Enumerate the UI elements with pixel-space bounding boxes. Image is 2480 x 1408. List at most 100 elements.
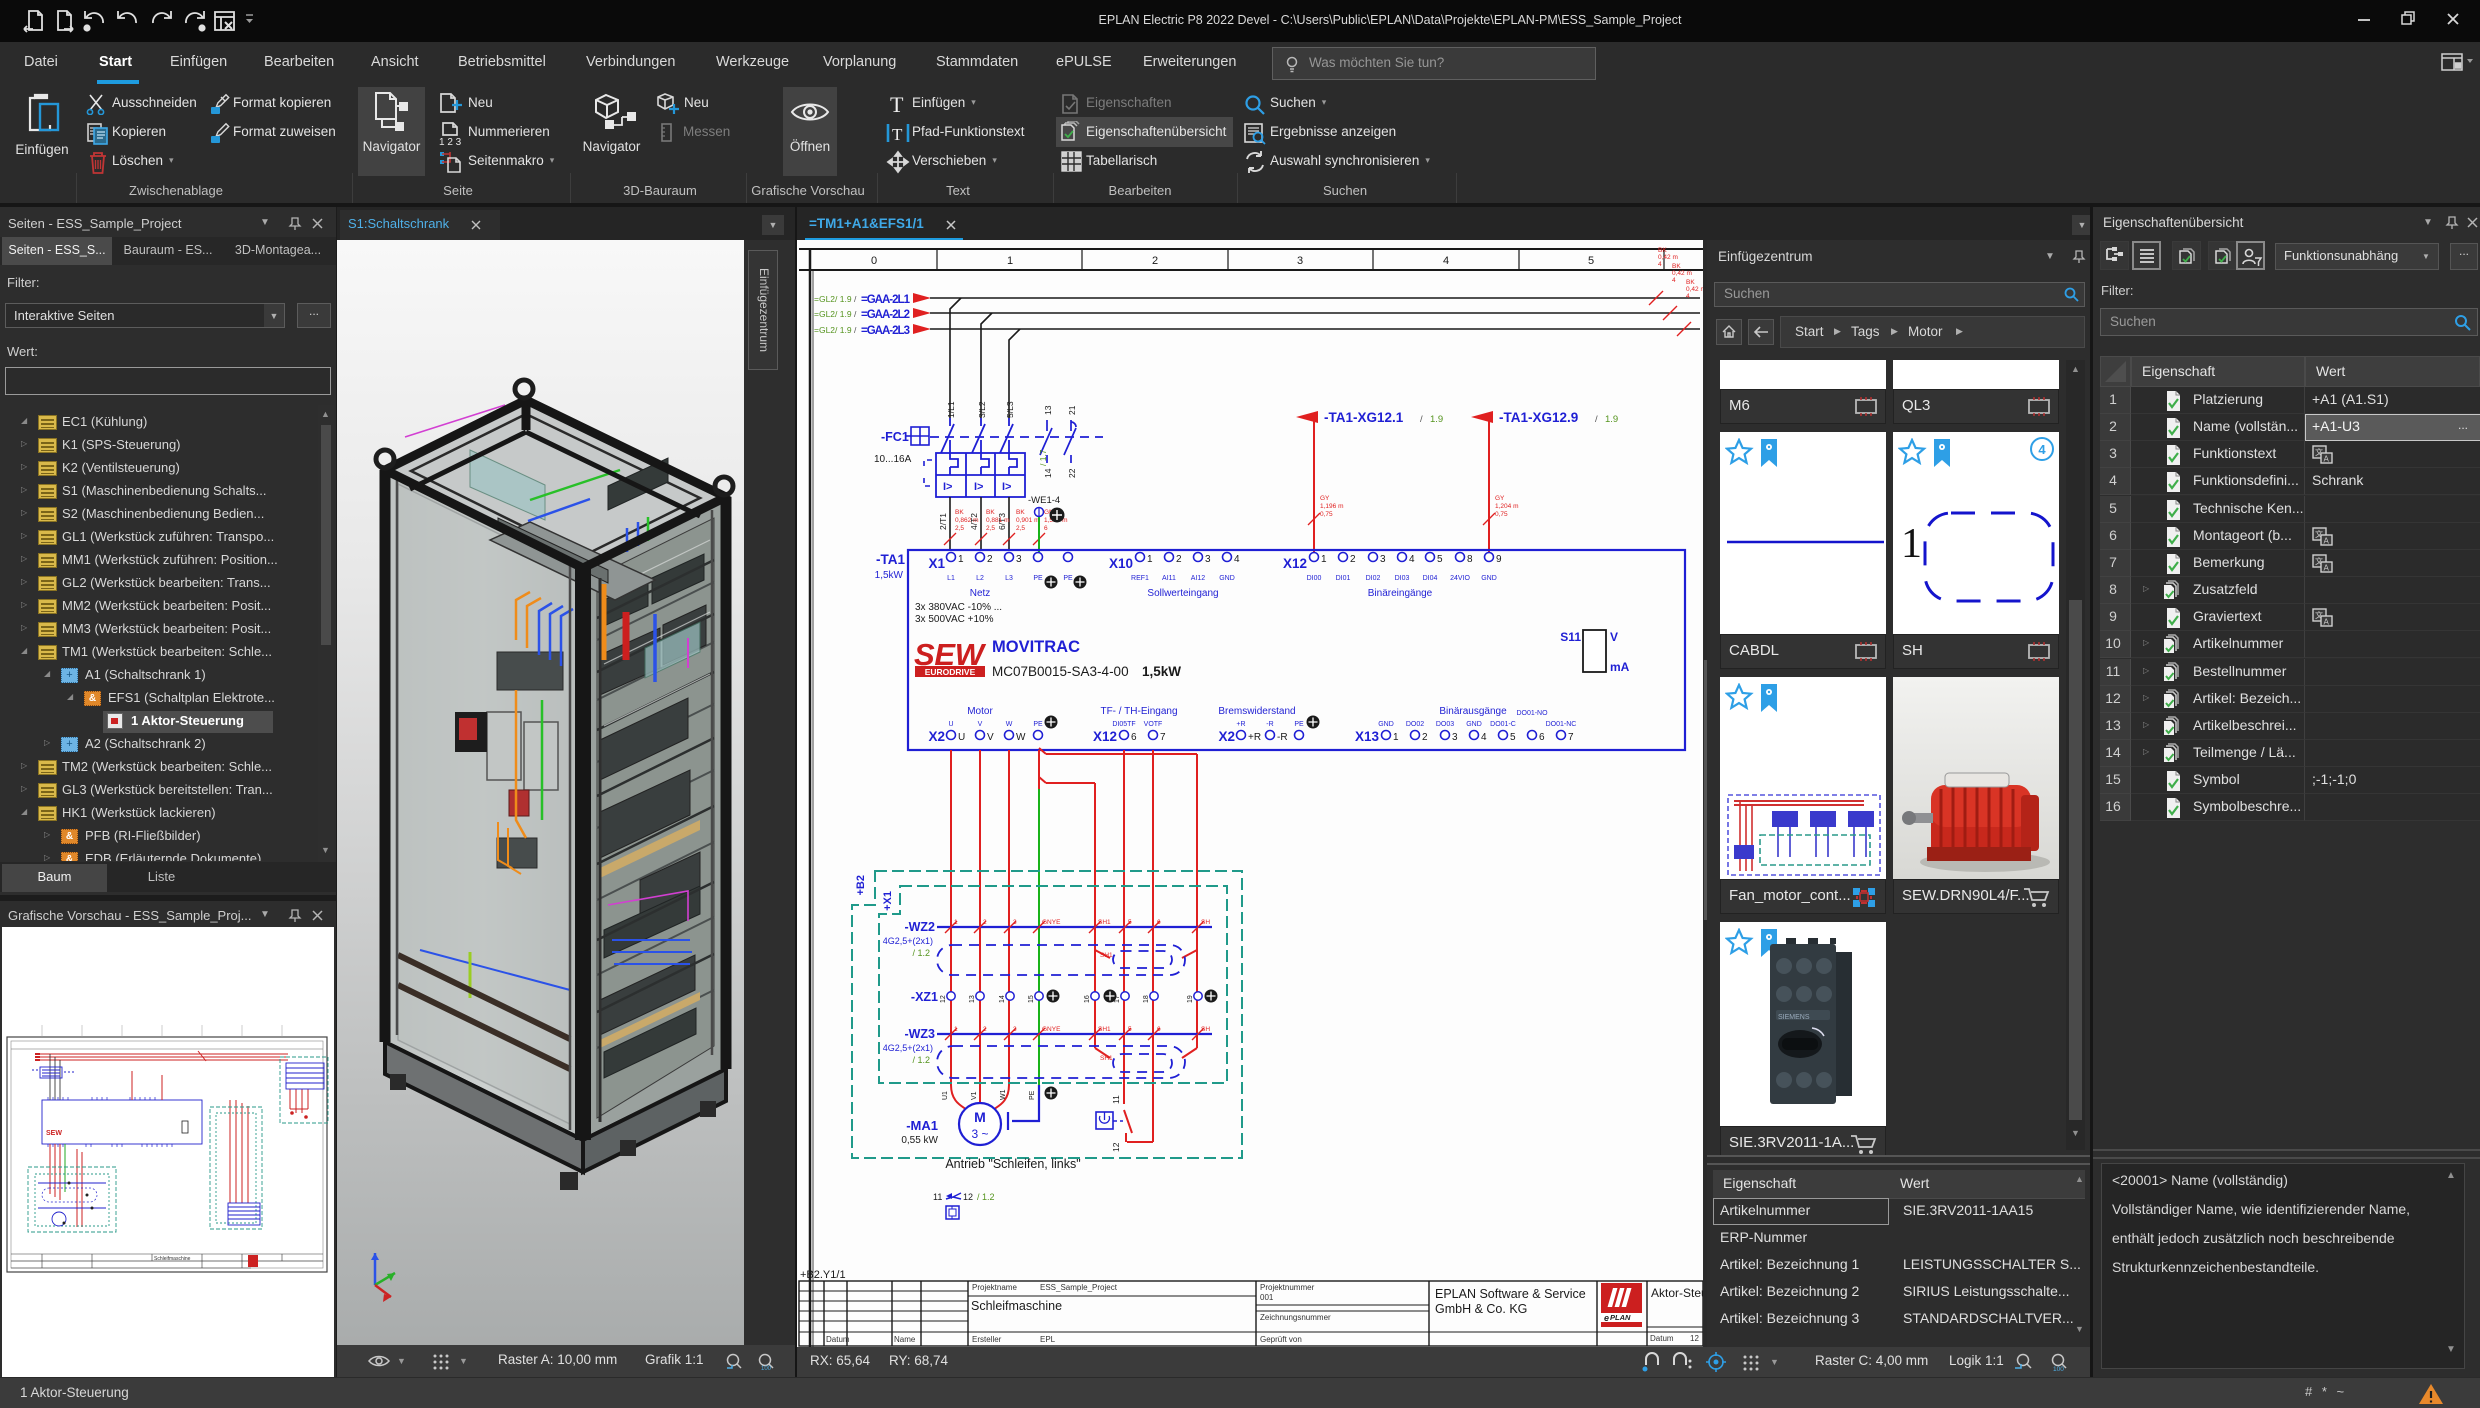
- svg-text:11: 11: [933, 1192, 942, 1202]
- svg-text:2: 2: [1422, 732, 1428, 743]
- svg-text:12: 12: [1690, 1334, 1699, 1343]
- svg-text:7: 7: [1160, 732, 1166, 743]
- svg-text:15: 15: [1028, 995, 1035, 1003]
- svg-text:DO01-NO: DO01-NO: [1516, 710, 1548, 717]
- svg-text:PLAN: PLAN: [1610, 1313, 1631, 1322]
- svg-text:-FC1: -FC1: [881, 430, 909, 444]
- svg-text:1/L1: 1/L1: [946, 401, 956, 418]
- svg-text:SIEMENS: SIEMENS: [1778, 1014, 1810, 1021]
- svg-text:3: 3: [1013, 919, 1017, 926]
- svg-text:1: 1: [954, 1026, 958, 1033]
- svg-text:EPLAN Software & Service: EPLAN Software & Service: [1435, 1287, 1586, 1301]
- svg-text:3: 3: [1013, 1026, 1017, 1033]
- svg-text:X13: X13: [1355, 729, 1380, 744]
- svg-text:3 ~: 3 ~: [971, 1127, 988, 1141]
- svg-text:0,42 m: 0,42 m: [1686, 286, 1703, 293]
- svg-text:X1: X1: [928, 556, 945, 571]
- svg-text:0,75: 0,75: [1495, 511, 1508, 518]
- svg-text:5/L3: 5/L3: [1005, 401, 1015, 418]
- svg-text:GY: GY: [1495, 495, 1505, 502]
- svg-text:SEW: SEW: [46, 1130, 62, 1137]
- svg-text:SH: SH: [1201, 919, 1210, 926]
- svg-text:0,55 kW: 0,55 kW: [901, 1135, 938, 1146]
- svg-text:A: A: [2324, 536, 2330, 545]
- svg-text:DO01-C: DO01-C: [1490, 721, 1516, 728]
- svg-text:14: 14: [999, 995, 1006, 1003]
- svg-text:SH: SH: [1201, 1026, 1210, 1033]
- svg-text:AI11: AI11: [1162, 575, 1176, 582]
- svg-text:GNYE: GNYE: [1042, 919, 1061, 926]
- svg-text:L2: L2: [976, 575, 984, 582]
- svg-text:0,42 m: 0,42 m: [1672, 270, 1692, 277]
- svg-text:/ 1.2: / 1.2: [977, 1192, 995, 1202]
- svg-text:/ 1.2: / 1.2: [912, 948, 930, 958]
- svg-text:3: 3: [1297, 255, 1303, 267]
- svg-text:DI03: DI03: [1395, 575, 1410, 582]
- svg-text:16: 16: [1084, 995, 1091, 1003]
- svg-text:X10: X10: [1109, 556, 1133, 571]
- svg-text:TF- / TH-Eingang: TF- / TH-Eingang: [1100, 706, 1177, 717]
- svg-text:BK: BK: [986, 509, 995, 516]
- svg-text:1,5kW: 1,5kW: [875, 570, 904, 581]
- svg-text:I>: I>: [1002, 481, 1011, 493]
- svg-text:W: W: [1006, 721, 1013, 728]
- svg-text:DI04: DI04: [1423, 575, 1438, 582]
- svg-text:I>: I>: [974, 481, 983, 493]
- svg-text:BK: BK: [1016, 509, 1025, 516]
- svg-text:-R: -R: [1277, 732, 1288, 743]
- svg-text:GND: GND: [1219, 575, 1235, 582]
- svg-text:PE: PE: [1029, 1090, 1036, 1100]
- svg-text:A: A: [2324, 455, 2330, 464]
- svg-text:-XZ1: -XZ1: [911, 990, 938, 1004]
- svg-text:18: 18: [1143, 995, 1150, 1003]
- svg-text:BK: BK: [955, 509, 964, 516]
- svg-text:DI05TF: DI05TF: [1112, 721, 1135, 728]
- svg-text:4: 4: [1481, 732, 1487, 743]
- svg-text:-MA1: -MA1: [906, 1118, 938, 1133]
- svg-text:6: 6: [1157, 919, 1161, 926]
- svg-text:+R: +R: [1236, 721, 1245, 728]
- svg-text:REF1: REF1: [1131, 575, 1149, 582]
- svg-text:Name: Name: [894, 1335, 916, 1344]
- svg-text:1: 1: [1393, 732, 1399, 743]
- svg-text:GND: GND: [1378, 721, 1394, 728]
- svg-text:1: 1: [1321, 554, 1327, 565]
- svg-text:3x 500VAC +10%: 3x 500VAC +10%: [915, 614, 994, 625]
- svg-text:-R: -R: [1266, 721, 1273, 728]
- svg-text:2,5: 2,5: [955, 525, 964, 532]
- svg-text:X2: X2: [928, 729, 945, 744]
- svg-text:12: 12: [963, 1192, 973, 1202]
- svg-text:1,196 m: 1,196 m: [1320, 503, 1344, 510]
- svg-text:M: M: [974, 1109, 986, 1125]
- svg-text:4: 4: [1672, 277, 1676, 284]
- svg-text:e: e: [1604, 1313, 1609, 1323]
- svg-text:9: 9: [1496, 554, 1502, 565]
- svg-text:X12: X12: [1283, 556, 1307, 571]
- svg-text:2: 2: [1176, 554, 1182, 565]
- svg-text:5: 5: [1510, 732, 1516, 743]
- svg-text:Geprüft von: Geprüft von: [1260, 1335, 1302, 1344]
- svg-text:U1: U1: [942, 1091, 949, 1100]
- svg-text:BK: BK: [1672, 263, 1681, 270]
- svg-text:1: 1: [1147, 554, 1153, 565]
- svg-text:001: 001: [1260, 1293, 1274, 1302]
- svg-text:1,5kW: 1,5kW: [1142, 664, 1181, 679]
- svg-text:I>: I>: [943, 481, 952, 493]
- svg-text:=GL2/ 1.9: =GL2/ 1.9: [814, 325, 852, 335]
- svg-text:1: 1: [954, 919, 958, 926]
- svg-text:V: V: [1610, 630, 1618, 644]
- svg-text:Netz: Netz: [970, 588, 991, 599]
- svg-text:3x 380VAC -10% ...: 3x 380VAC -10% ...: [915, 602, 1002, 613]
- svg-text:GND: GND: [1481, 575, 1497, 582]
- svg-text:L1: L1: [947, 575, 955, 582]
- svg-text:SH1: SH1: [1100, 952, 1113, 959]
- svg-text:GmbH & Co. KG: GmbH & Co. KG: [1435, 1302, 1527, 1316]
- svg-text:3: 3: [1380, 554, 1386, 565]
- svg-text:-TA1-XG12.9: -TA1-XG12.9: [1499, 410, 1578, 425]
- svg-text:L3: L3: [1005, 575, 1013, 582]
- svg-text:X12: X12: [1093, 729, 1117, 744]
- svg-text:T: T: [890, 93, 904, 115]
- svg-text:4G2,5+(2x1): 4G2,5+(2x1): [883, 936, 933, 946]
- svg-text:Datum: Datum: [826, 1335, 850, 1344]
- svg-text:VOTF: VOTF: [1144, 721, 1163, 728]
